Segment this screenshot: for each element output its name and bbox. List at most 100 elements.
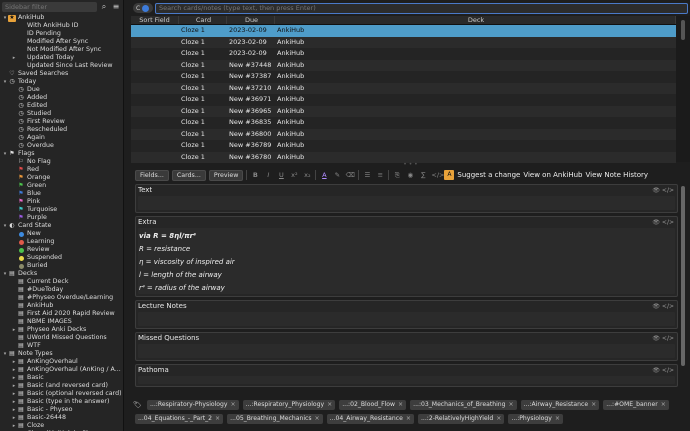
sidebar-item[interactable]: ▤ Current Deck [0,278,123,286]
sidebar-item[interactable]: ⚐ No Flag [0,158,123,166]
editor-scrollbar[interactable] [679,184,687,396]
sidebar-item[interactable]: ⚑ Pink [0,198,123,206]
close-icon[interactable]: × [315,415,320,422]
sidebar-item[interactable]: ◷ Studied [0,110,123,118]
column-header-due[interactable]: Due [227,16,275,24]
tag-icon[interactable]: 🏷 [133,401,143,409]
list-format-icon[interactable]: ☰ [362,170,372,180]
sidebar-item[interactable]: ▤ WTF [0,342,123,350]
ankihub-icon[interactable]: A [444,170,455,180]
tag-chip[interactable]: ...:02_Blood_Flow × [339,400,407,410]
sidebar-item[interactable]: Learning [0,238,123,246]
highlight-icon[interactable]: ✎ [332,170,342,180]
cards-notes-toggle[interactable]: C [133,3,153,13]
column-header-sort-field[interactable]: Sort Field [131,16,179,24]
close-icon[interactable]: × [215,415,220,422]
sidebar-item[interactable]: ▸ ▤ Basic - Physeo [0,406,123,414]
sidebar-item[interactable]: ▸ ▤ AnKingOverhaul [0,358,123,366]
table-row[interactable]: Cloze 1 New #37387 AnkiHub [131,71,676,83]
sidebar-splitter[interactable] [124,0,131,431]
sidebar-item[interactable]: ▾ ★ AnkiHub [0,14,123,22]
sidebar-item[interactable]: ⚑ Turquoise [0,206,123,214]
sidebar-item[interactable]: ▤ AnkiHub [0,302,123,310]
sidebar-item[interactable]: ▾ ⚑ Flags [0,150,123,158]
sidebar-item[interactable]: ◷ First Review [0,118,123,126]
sidebar-item[interactable]: ▾ ▤ Note Types [0,350,123,358]
sidebar-item[interactable]: ⚑ Orange [0,174,123,182]
sidebar-item[interactable]: ▸ ▤ Basic [0,374,123,382]
text-color-icon[interactable]: A [319,170,329,180]
search-icon[interactable]: ⌕ [99,2,109,12]
sidebar-item[interactable]: ▸ ▤ Physeo Anki Decks [0,326,123,334]
sidebar-item[interactable]: ▾ ▤ Decks [0,270,123,278]
close-icon[interactable]: × [406,415,411,422]
field-input[interactable] [138,344,675,358]
sidebar-item[interactable]: ◷ Edited [0,102,123,110]
field-toggle-icons[interactable]: 👁 </> [652,333,677,344]
sidebar-item[interactable]: New [0,230,123,238]
close-icon[interactable]: × [591,401,596,408]
cards-button[interactable]: Cards... [171,169,206,181]
html-icon[interactable]: </> [431,170,444,180]
sidebar-item[interactable]: Updated Since Last Review [0,62,123,70]
sidebar-item[interactable]: ▸ ▤ Basic (optional reversed card) [0,390,123,398]
view-on-ankihub-button[interactable]: View on AnkiHub [523,171,582,179]
column-header-deck[interactable]: Deck [275,16,676,24]
fields-button[interactable]: Fields... [135,169,169,181]
underline-icon[interactable]: U [276,170,286,180]
tag-chip[interactable]: ...04_Equations_-_Part_2 × [135,414,224,424]
attach-icon[interactable]: ⎘ [392,170,402,180]
italic-icon[interactable]: I [263,170,273,180]
close-icon[interactable]: × [509,401,514,408]
sidebar-filter-input[interactable] [2,2,97,12]
tag-chip[interactable]: ...:03_Mechanics_of_Breathing × [410,400,517,410]
field-toggle-icons[interactable]: 👁 </> [652,365,677,376]
tag-chip[interactable]: ...:Respiratory-Physiology × [147,400,239,410]
table-row[interactable]: Cloze 1 New #36800 AnkiHub [131,128,676,140]
list-icon[interactable]: ≡ [111,2,121,12]
sidebar-item[interactable]: ⚑ Purple [0,214,123,222]
eraser-icon[interactable]: ⌫ [345,170,355,180]
field-input[interactable]: via R = 8ηl/πr⁴ R = resistance η = visco… [138,228,675,294]
sidebar-item[interactable]: ⚑ Blue [0,190,123,198]
table-row[interactable]: Cloze 1 New #36789 AnkiHub [131,140,676,152]
field-input[interactable] [138,376,675,384]
sidebar-item[interactable]: ▤ First Aid 2020 Rapid Review [0,310,123,318]
sidebar-item[interactable]: Buried [0,262,123,270]
superscript-icon[interactable]: x² [289,170,299,180]
sidebar-item[interactable]: ▸ ▤ Cloze [0,422,123,430]
sidebar-item[interactable]: ▤ NBME IMAGES [0,318,123,326]
sidebar-item[interactable]: Suspended [0,254,123,262]
math-icon[interactable]: ∑ [418,170,428,180]
table-scrollbar[interactable] [676,16,690,162]
scrollbar-thumb[interactable] [681,20,685,40]
sidebar-item[interactable]: ▸ ▤ Basic (and reversed card) [0,382,123,390]
search-input[interactable] [155,2,688,14]
table-row[interactable]: Cloze 1 New #36835 AnkiHub [131,117,676,129]
table-row[interactable]: Cloze 1 New #37210 AnkiHub [131,82,676,94]
tag-chip[interactable]: ...:Respiratory_Physiology × [242,400,336,410]
sidebar-item[interactable]: ▤ UWorld Missed Questions [0,334,123,342]
close-icon[interactable]: × [496,415,501,422]
sidebar-item[interactable]: ▾ ◷ Today [0,78,123,86]
sidebar-item[interactable]: ◷ Overdue [0,142,123,150]
sidebar-item[interactable]: ▸ Updated Today [0,54,123,62]
tag-chip[interactable]: ...:Physiology × [508,414,563,424]
table-row[interactable]: Cloze 1 New #36971 AnkiHub [131,94,676,106]
bold-icon[interactable]: B [250,170,260,180]
table-row[interactable]: Cloze 1 2023-02-09 AnkiHub [131,36,676,48]
tag-chip[interactable]: ...:2-RelativelyHighYield × [417,414,505,424]
table-row[interactable]: Cloze 1 2023-02-09 AnkiHub [131,48,676,60]
sidebar-item[interactable]: ⚑ Red [0,166,123,174]
tag-chip[interactable]: ...04_Airway_Resistance × [326,414,414,424]
preview-button[interactable]: Preview [208,169,244,181]
sidebar-item[interactable]: ▤ #DueToday [0,286,123,294]
view-note-history-button[interactable]: View Note History [586,171,649,179]
close-icon[interactable]: × [231,401,236,408]
column-header-card[interactable]: Card [179,16,227,24]
sidebar-item[interactable]: With AnkiHub ID [0,22,123,30]
sidebar-item[interactable]: ◷ Rescheduled [0,126,123,134]
table-row[interactable]: Cloze 1 2023-02-09 AnkiHub [131,25,676,37]
suggest-change-button[interactable]: Suggest a change [457,171,520,179]
panel-splitter[interactable]: • • • [131,162,690,168]
